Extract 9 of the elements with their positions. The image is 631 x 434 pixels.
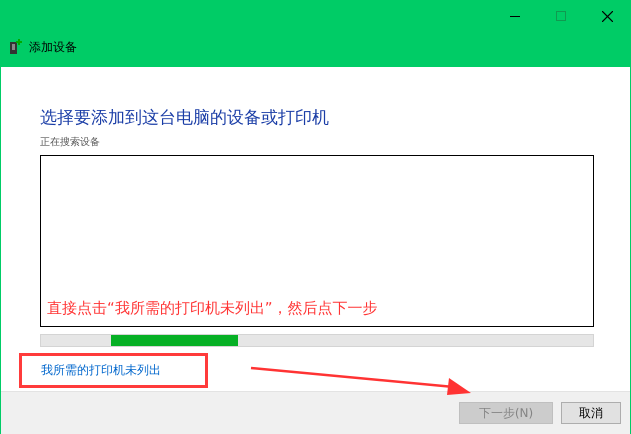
- search-status: 正在搜索设备: [40, 136, 101, 149]
- cancel-button[interactable]: 取消: [561, 402, 621, 424]
- maximize-icon: [556, 11, 566, 21]
- device-add-icon: [10, 39, 22, 55]
- printer-not-listed-link[interactable]: 我所需的打印机未列出: [41, 362, 161, 379]
- annotation-text: 直接点击“我所需的打印机未列出”，然后点下一步: [47, 299, 378, 318]
- page-heading: 选择要添加到这台电脑的设备或打印机: [40, 107, 330, 129]
- close-icon: [602, 10, 612, 22]
- window-title: 添加设备: [29, 38, 77, 56]
